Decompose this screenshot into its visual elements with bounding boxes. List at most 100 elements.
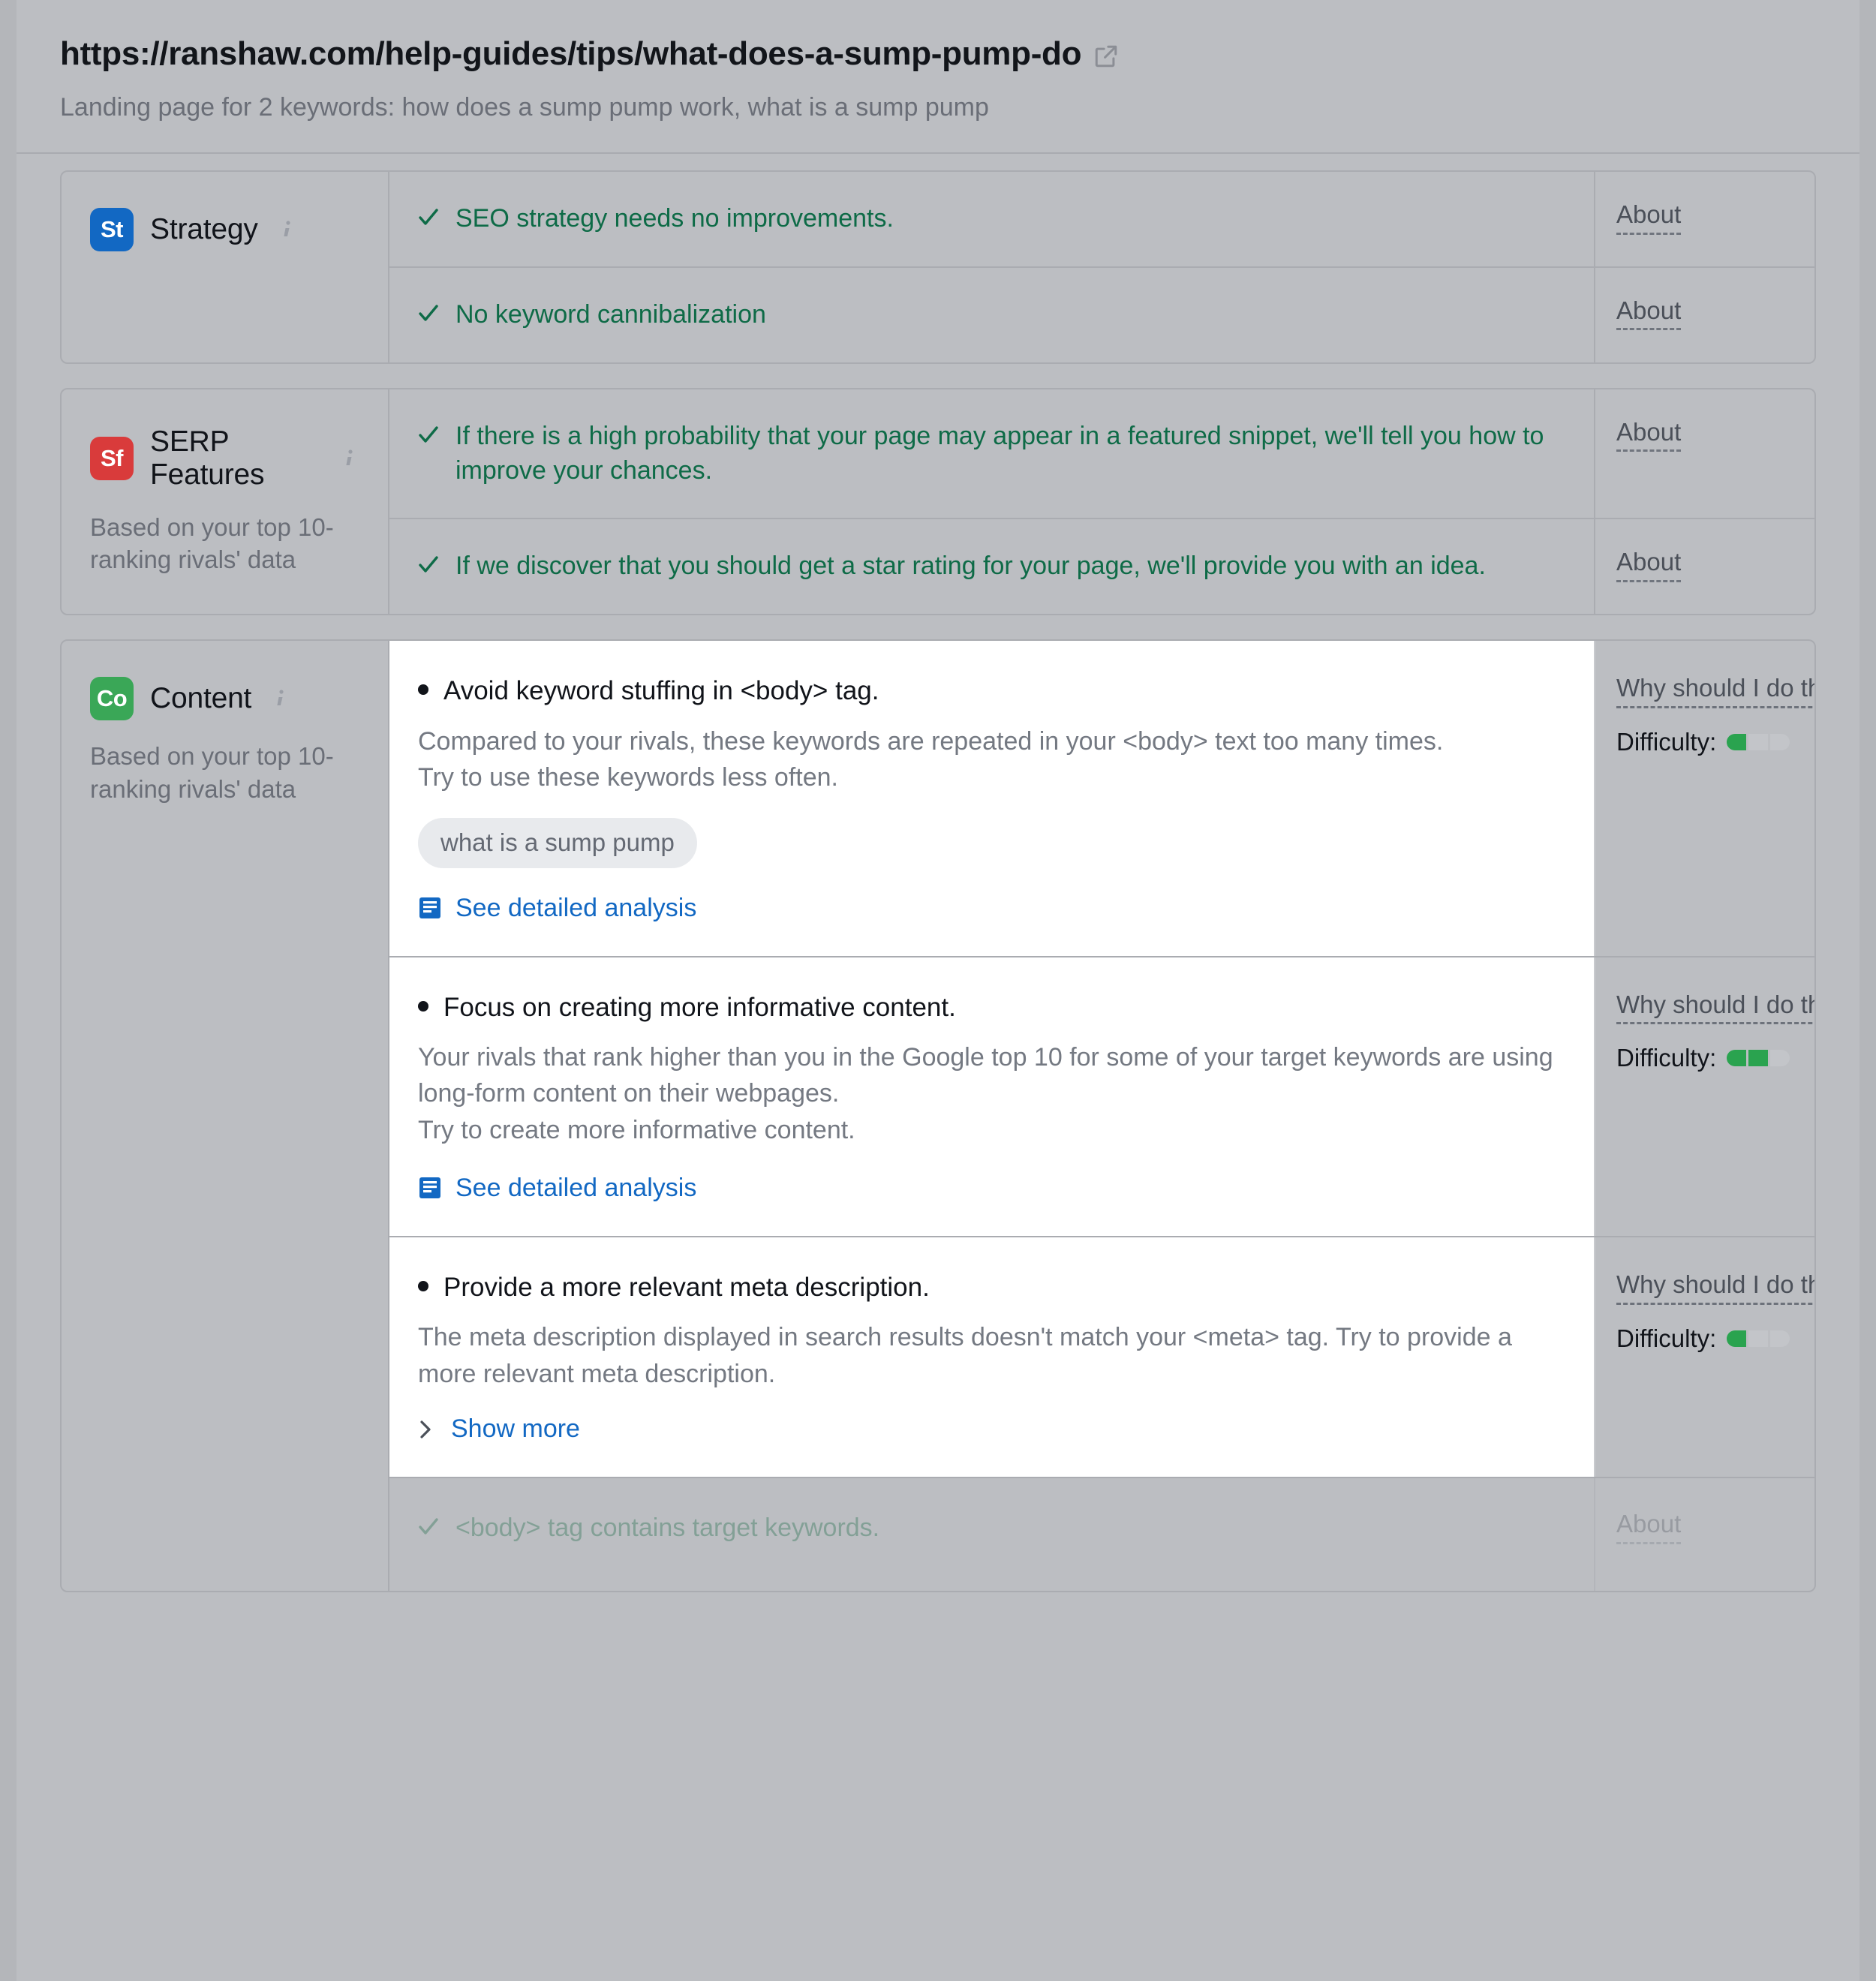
- tip-body-line: Your rivals that rank higher than you in…: [418, 1039, 1561, 1112]
- info-icon[interactable]: [341, 447, 358, 470]
- tip-title: Avoid keyword stuffing in <body> tag.: [443, 674, 879, 708]
- section-serp-title: SERP Features: [150, 425, 320, 491]
- landing-page-url-row[interactable]: https://ranshaw.com/help-guides/tips/wha…: [60, 36, 1816, 72]
- serp-row-main: If there is a high probability that your…: [389, 389, 1595, 519]
- serp-row-text: If we discover that you should get a sta…: [455, 549, 1486, 584]
- difficulty-segment: [1727, 734, 1746, 750]
- strategy-row: SEO strategy needs no improvements. Abou…: [389, 172, 1814, 268]
- tip-title: Provide a more relevant meta description…: [443, 1270, 930, 1305]
- difficulty-row: Difficulty:: [1616, 728, 1814, 756]
- difficulty-segment: [1727, 1330, 1746, 1347]
- tip-body: The meta description displayed in search…: [418, 1319, 1561, 1392]
- strategy-row-main: No keyword cannibalization: [389, 268, 1595, 362]
- difficulty-segment: [1727, 1050, 1746, 1066]
- check-line: No keyword cannibalization: [418, 298, 766, 332]
- check-icon: [418, 1514, 439, 1540]
- serp-row-main: If we discover that you should get a sta…: [389, 519, 1595, 614]
- about-link[interactable]: About: [1616, 549, 1681, 582]
- tip-title-row: Avoid keyword stuffing in <body> tag.: [418, 674, 1561, 708]
- difficulty-meter: [1727, 734, 1790, 750]
- section-serp-header: Sf SERP Features Based on your top 10-ra…: [62, 389, 389, 615]
- see-detailed-analysis-label: See detailed analysis: [455, 1174, 696, 1203]
- section-content-title: Content: [150, 682, 251, 715]
- serp-row-aside: About: [1595, 519, 1814, 614]
- show-more-link[interactable]: Show more: [418, 1414, 1561, 1444]
- difficulty-segment: [1748, 1050, 1768, 1066]
- serp-row-text: If there is a high probability that your…: [455, 419, 1561, 488]
- content-trailing-main: <body> tag contains target keywords.: [389, 1478, 1595, 1591]
- content-tip-row: Avoid keyword stuffing in <body> tag. Co…: [389, 641, 1814, 957]
- difficulty-row: Difficulty:: [1616, 1324, 1814, 1353]
- external-link-icon[interactable]: [1093, 44, 1119, 69]
- strategy-row-text: No keyword cannibalization: [455, 298, 766, 332]
- about-link[interactable]: About: [1616, 298, 1681, 331]
- section-strategy-title: Strategy: [150, 213, 258, 246]
- info-icon[interactable]: [279, 218, 296, 241]
- about-link[interactable]: About: [1616, 419, 1681, 452]
- strategy-row-main: SEO strategy needs no improvements.: [389, 172, 1595, 266]
- section-strategy-rows: SEO strategy needs no improvements. Abou…: [389, 172, 1814, 362]
- keyword-pill[interactable]: what is a sump pump: [418, 818, 697, 867]
- about-link[interactable]: About: [1616, 1511, 1681, 1544]
- why-should-i-do-this-link[interactable]: Why should I do this?: [1616, 675, 1816, 708]
- content-trailing-row: <body> tag contains target keywords. Abo…: [389, 1478, 1814, 1591]
- sections-container: St Strategy: [17, 154, 1859, 1592]
- see-detailed-analysis-link[interactable]: See detailed analysis: [418, 894, 1561, 923]
- tip-title-row: Provide a more relevant meta description…: [418, 1270, 1561, 1305]
- difficulty-meter: [1727, 1330, 1790, 1347]
- report-panel: https://ranshaw.com/help-guides/tips/wha…: [17, 0, 1859, 1616]
- content-trailing-text: <body> tag contains target keywords.: [455, 1511, 879, 1546]
- tip-title-row: Focus on creating more informative conte…: [418, 990, 1561, 1025]
- strategy-badge-icon: St: [90, 208, 134, 251]
- section-content-header: Co Content Based on your top 10-ranking …: [62, 641, 389, 1591]
- check-line: If we discover that you should get a sta…: [418, 549, 1486, 584]
- section-content-rows: Avoid keyword stuffing in <body> tag. Co…: [389, 641, 1814, 1591]
- check-icon: [418, 422, 439, 448]
- serp-row: If we discover that you should get a sta…: [389, 519, 1814, 614]
- check-line: <body> tag contains target keywords.: [418, 1511, 879, 1546]
- tip-body-line: Compared to your rivals, these keywords …: [418, 723, 1561, 759]
- why-should-i-do-this-link[interactable]: Why should I do this?: [1616, 1272, 1816, 1305]
- tip-body-line: Try to use these keywords less often.: [418, 759, 1561, 795]
- see-detailed-analysis-label: See detailed analysis: [455, 894, 696, 923]
- section-serp-note: Based on your top 10-ranking rivals' dat…: [90, 511, 358, 576]
- page-root: https://ranshaw.com/help-guides/tips/wha…: [0, 0, 1876, 1981]
- difficulty-row: Difficulty:: [1616, 1044, 1814, 1072]
- section-strategy: St Strategy: [60, 170, 1816, 364]
- show-more-label: Show more: [451, 1414, 580, 1444]
- check-line: If there is a high probability that your…: [418, 419, 1561, 488]
- document-icon: [418, 1176, 442, 1200]
- check-icon: [418, 552, 439, 578]
- info-icon[interactable]: [272, 687, 289, 710]
- difficulty-segment: [1770, 1050, 1790, 1066]
- content-tip-main: Avoid keyword stuffing in <body> tag. Co…: [389, 641, 1595, 955]
- difficulty-segment: [1770, 1330, 1790, 1347]
- strategy-row: No keyword cannibalization About: [389, 268, 1814, 362]
- document-icon: [418, 896, 442, 920]
- tip-body-line: The meta description displayed in search…: [418, 1319, 1561, 1392]
- bullet-icon: [418, 1001, 428, 1012]
- check-icon: [418, 205, 439, 230]
- section-serp-title-row: Sf SERP Features: [90, 425, 358, 491]
- check-icon: [418, 301, 439, 326]
- chevron-right-icon: [418, 1418, 434, 1441]
- content-badge-icon: Co: [90, 677, 134, 720]
- page-header: https://ranshaw.com/help-guides/tips/wha…: [17, 0, 1859, 154]
- content-tip-aside: Why should I do this? Difficulty:: [1595, 1237, 1814, 1477]
- about-link[interactable]: About: [1616, 202, 1681, 235]
- section-strategy-header: St Strategy: [62, 172, 389, 362]
- strategy-row-aside: About: [1595, 172, 1814, 266]
- difficulty-label: Difficulty:: [1616, 728, 1716, 756]
- section-serp-features: Sf SERP Features Based on your top 10-ra…: [60, 388, 1816, 616]
- content-tip-main: Focus on creating more informative conte…: [389, 957, 1595, 1236]
- difficulty-segment: [1770, 734, 1790, 750]
- why-should-i-do-this-link[interactable]: Why should I do this?: [1616, 992, 1816, 1025]
- section-strategy-title-row: St Strategy: [90, 208, 358, 251]
- strategy-row-aside: About: [1595, 268, 1814, 362]
- tip-title: Focus on creating more informative conte…: [443, 990, 956, 1025]
- section-content-note: Based on your top 10-ranking rivals' dat…: [90, 740, 358, 805]
- tip-body: Your rivals that rank higher than you in…: [418, 1039, 1561, 1148]
- check-line: SEO strategy needs no improvements.: [418, 202, 894, 236]
- see-detailed-analysis-link[interactable]: See detailed analysis: [418, 1174, 1561, 1203]
- difficulty-segment: [1748, 1330, 1768, 1347]
